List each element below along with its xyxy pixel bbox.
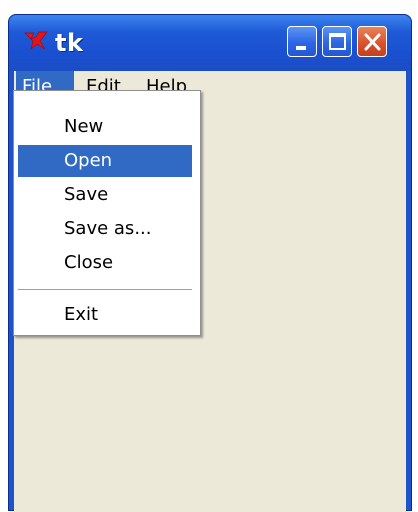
menu-item-save[interactable]: Save	[18, 179, 192, 211]
window-title: tk	[55, 29, 84, 57]
minimize-icon	[296, 46, 306, 50]
menu-item-open[interactable]: Open	[18, 145, 192, 177]
menu-item-save-as[interactable]: Save as...	[18, 213, 192, 245]
menu-item-close[interactable]: Close	[18, 247, 192, 279]
menu-separator	[18, 289, 192, 291]
file-dropdown-menu: New Open Save Save as... Close Exit	[13, 90, 201, 336]
maximize-button[interactable]	[322, 26, 352, 57]
title-bar[interactable]: tk	[9, 15, 411, 71]
menu-item-exit[interactable]: Exit	[18, 299, 192, 331]
maximize-icon	[329, 33, 346, 50]
close-icon	[364, 33, 381, 51]
tk-feather-icon	[24, 31, 48, 50]
close-button[interactable]	[357, 26, 387, 57]
menu-item-new[interactable]: New	[18, 111, 192, 143]
minimize-button[interactable]	[287, 26, 317, 57]
